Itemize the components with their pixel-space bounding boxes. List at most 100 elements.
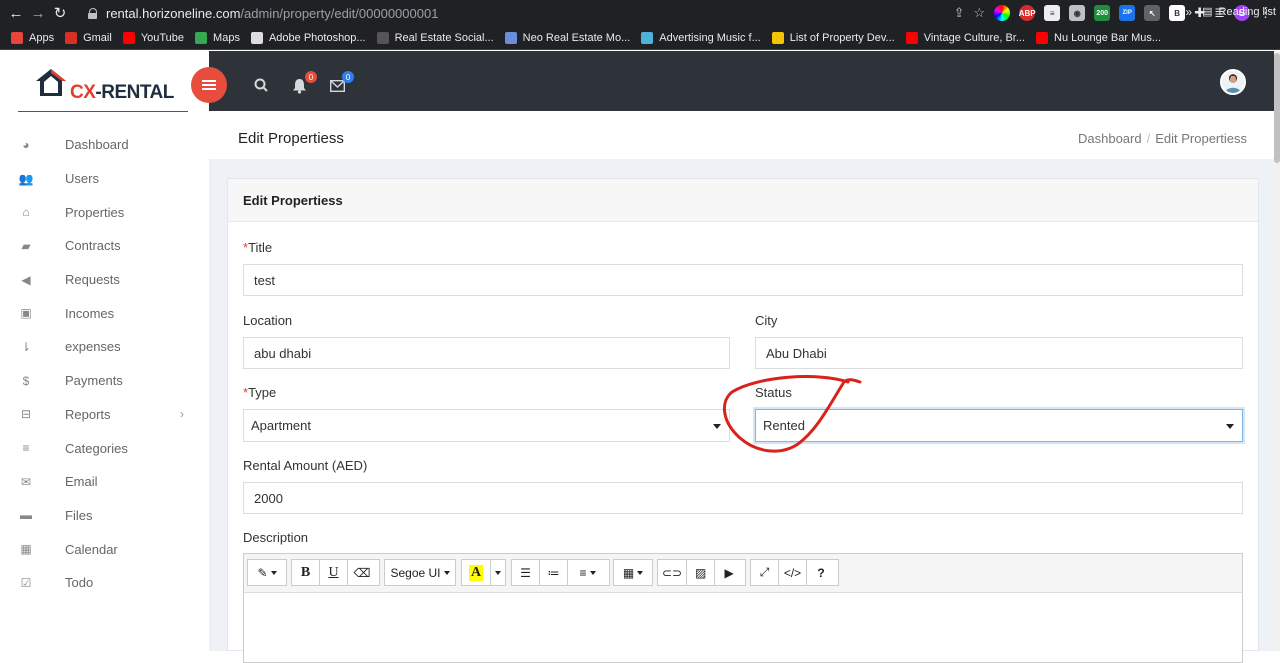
sidebar-item-label: Properties: [65, 204, 125, 220]
toolbar-paragraph-group: ☰ ≔ ≡: [511, 559, 610, 586]
sidebar-item-email[interactable]: ✉ Email: [0, 465, 209, 499]
toolbar-table-group: ▦: [613, 559, 653, 586]
font-name-dropdown[interactable]: Segoe UI: [385, 560, 455, 585]
back-arrow-icon[interactable]: ←: [5, 5, 27, 22]
breadcrumb-dashboard-link[interactable]: Dashboard: [1078, 131, 1142, 146]
sidebar-item-expenses[interactable]: ⇂ expenses: [0, 330, 209, 364]
title-label: *Title: [243, 240, 273, 255]
toolbar-insert-group: ⊂⊃ ▨ ▶: [657, 559, 746, 586]
bookmark-item[interactable]: Apps: [11, 31, 55, 44]
reload-icon[interactable]: ↻: [49, 4, 71, 22]
sidebar-item-payments[interactable]: $ Payments: [0, 364, 209, 398]
sidebar-item-incomes[interactable]: ▣ Incomes: [0, 296, 209, 330]
sidebar-item-files[interactable]: ▬ Files: [0, 499, 209, 533]
city-input[interactable]: Abu Dhabi: [755, 337, 1243, 369]
bookmark-item[interactable]: List of Property Dev...: [771, 31, 895, 44]
envelope-icon[interactable]: [330, 80, 345, 92]
text-color-icon[interactable]: A: [462, 560, 491, 585]
title-input[interactable]: test: [243, 264, 1243, 296]
zip-extension-icon[interactable]: ZIP: [1119, 5, 1136, 21]
sidebar-item-contracts[interactable]: ▰ Contracts: [0, 229, 209, 263]
user-avatar[interactable]: [1220, 69, 1246, 95]
users-icon: 👥: [18, 171, 34, 186]
breadcrumb-current: Edit Propertiess: [1155, 131, 1247, 146]
fullscreen-icon[interactable]: ⤢: [751, 560, 779, 585]
house-logo-icon: [36, 69, 66, 96]
bookmark-item[interactable]: Neo Real Estate Mo...: [504, 31, 630, 44]
font-name-value: Segoe UI: [390, 565, 441, 580]
share-icon[interactable]: ⇪: [954, 5, 965, 21]
sidebar-item-label: expenses: [65, 339, 121, 355]
table-icon[interactable]: ▦: [614, 560, 652, 585]
bookmark-label: Advertising Music f...: [659, 31, 761, 44]
ordered-list-icon[interactable]: ≔: [540, 560, 568, 585]
bookmark-favicon-icon: [771, 31, 784, 44]
bookmark-item[interactable]: Vintage Culture, Br...: [905, 31, 1025, 44]
bookmark-item[interactable]: Real Estate Social...: [376, 31, 494, 44]
counter-extension-icon[interactable]: 200: [1094, 5, 1111, 21]
scrollbar-thumb[interactable]: [1274, 53, 1280, 163]
sidebar-item-properties[interactable]: ⌂ Properties: [0, 195, 209, 229]
dashboard-icon: ◕: [22, 137, 30, 152]
sidebar-item-label: Incomes: [65, 305, 115, 321]
star-icon[interactable]: ☆: [974, 5, 986, 21]
location-input[interactable]: abu dhabi: [243, 337, 730, 369]
rental-amount-input[interactable]: 2000: [243, 482, 1243, 514]
magic-wand-icon[interactable]: ✎: [248, 560, 286, 585]
bookmark-label: Apps: [29, 31, 55, 44]
sidebar-item-categories[interactable]: ≡ Categories: [0, 431, 209, 465]
underline-button[interactable]: U: [320, 560, 348, 585]
adblock-extension-icon[interactable]: ABP: [1019, 5, 1036, 21]
codeview-button[interactable]: </>: [779, 560, 807, 585]
picture-icon[interactable]: ▨: [687, 560, 716, 585]
bell-icon[interactable]: [292, 78, 307, 94]
status-label: Status: [755, 385, 792, 400]
sidebar-item-label: Calendar: [65, 541, 118, 557]
bold-extension-icon[interactable]: B: [1169, 5, 1186, 21]
camera-extension-icon[interactable]: ◉: [1069, 5, 1086, 21]
sidebar-item-dashboard[interactable]: ◕ Dashboard: [0, 128, 209, 162]
reading-list-button[interactable]: ▤ Reading list: [1202, 5, 1276, 19]
link-icon[interactable]: ⊂⊃: [658, 560, 688, 585]
cursor-extension-icon[interactable]: ↖: [1144, 5, 1161, 21]
eraser-icon[interactable]: ⌫: [348, 560, 376, 585]
sidebar-item-calendar[interactable]: ▦ Calendar: [0, 532, 209, 566]
bookmark-favicon-icon: [122, 31, 135, 44]
notes-extension-icon[interactable]: ≡: [1044, 5, 1061, 21]
video-icon[interactable]: ▶: [715, 560, 743, 585]
help-button[interactable]: ?: [807, 560, 835, 585]
bookmark-favicon-icon: [504, 31, 517, 44]
page-scrollbar[interactable]: [1274, 51, 1280, 651]
status-select-value: Rented: [763, 418, 805, 433]
sidebar-item-requests[interactable]: ◀ Requests: [0, 263, 209, 297]
sidebar-item-users[interactable]: 👥 Users: [0, 162, 209, 196]
status-select[interactable]: Rented: [755, 409, 1243, 442]
book-icon: ▰: [21, 238, 31, 253]
bookmark-item[interactable]: Maps: [195, 31, 240, 44]
address-bar[interactable]: rental.horizoneline.com/admin/property/e…: [88, 3, 438, 23]
bookmark-label: List of Property Dev...: [789, 31, 895, 44]
app-logo[interactable]: CX-RENTAL: [18, 60, 188, 112]
sidebar-item-todo[interactable]: ☑ Todo: [0, 566, 209, 600]
sidebar-item-reports[interactable]: ⊟ Reports ›: [0, 398, 209, 432]
bookmark-item[interactable]: YouTube: [122, 31, 184, 44]
search-icon[interactable]: [254, 78, 268, 92]
hamburger-icon: [202, 80, 216, 90]
bold-button[interactable]: B: [292, 560, 320, 585]
bookmark-item[interactable]: Adobe Photoshop...: [250, 31, 366, 44]
bookmark-item[interactable]: Gmail: [65, 31, 112, 44]
sidebar-toggle-button[interactable]: [191, 67, 227, 103]
bookmark-item[interactable]: Advertising Music f...: [641, 31, 761, 44]
type-select[interactable]: Apartment: [243, 409, 730, 442]
unordered-list-icon[interactable]: ☰: [512, 560, 540, 585]
color-dropdown-icon[interactable]: [491, 560, 505, 585]
description-label: Description: [243, 530, 309, 545]
align-icon[interactable]: ≡: [568, 560, 607, 585]
bookmark-item[interactable]: Nu Lounge Bar Mus...: [1036, 31, 1161, 44]
color-wheel-extension-icon[interactable]: [994, 5, 1011, 21]
bookmarks-more-button[interactable]: »: [1185, 5, 1192, 19]
inbox-icon: ⊟: [20, 407, 32, 422]
forward-arrow-icon[interactable]: →: [27, 5, 49, 22]
bookmark-favicon-icon: [65, 31, 78, 44]
page-title: Edit Propertiess: [238, 130, 344, 147]
